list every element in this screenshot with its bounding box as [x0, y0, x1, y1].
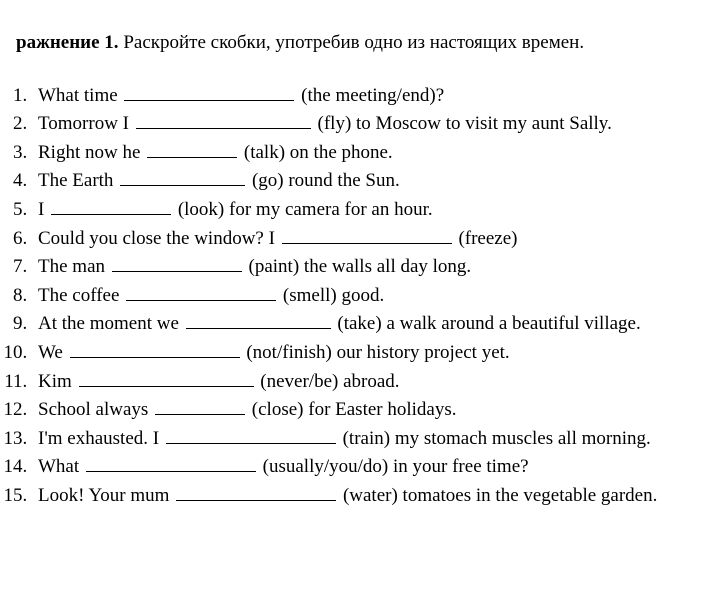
- sentence-pre: Right now he: [38, 142, 145, 163]
- sentence-post: (smell) good.: [278, 285, 384, 306]
- blank-line: [112, 252, 242, 272]
- list-item: What (usually/you/do) in your free time?: [32, 452, 720, 481]
- sentence-post: (paint) the walls all day long.: [244, 256, 471, 277]
- list-item: Right now he (talk) on the phone.: [32, 138, 720, 167]
- sentence-post: (usually/you/do) in your free time?: [258, 456, 529, 477]
- list-item: Kim (never/be) abroad.: [32, 367, 720, 396]
- list-item: Look! Your mum (water) tomatoes in the v…: [32, 481, 720, 510]
- sentence-pre: Could you close the window? I: [38, 228, 280, 249]
- blank-line: [186, 309, 331, 329]
- list-item: We (not/finish) our history project yet.: [32, 338, 720, 367]
- sentence-post: (water) tomatoes in the vegetable garden…: [338, 485, 657, 506]
- exercise-label: ражнение 1.: [16, 32, 119, 53]
- blank-line: [176, 481, 336, 501]
- sentence-post: (look) for my camera for an hour.: [173, 199, 433, 220]
- blank-line: [120, 166, 245, 186]
- list-item: The man (paint) the walls all day long.: [32, 252, 720, 281]
- blank-line: [282, 224, 452, 244]
- list-item: What time (the meeting/end)?: [32, 81, 720, 110]
- sentence-post: (train) my stomach muscles all morning.: [338, 428, 651, 449]
- sentence-pre: The coffee: [38, 285, 124, 306]
- sentence-pre: At the moment we: [38, 313, 184, 334]
- sentence-post: (fly) to Moscow to visit my aunt Sally.: [313, 113, 612, 134]
- sentence-post: (take) a walk around a beautiful village…: [333, 313, 641, 334]
- sentence-post: (never/be) abroad.: [256, 371, 400, 392]
- sentence-pre: I: [38, 199, 49, 220]
- list-item: School always (close) for Easter holiday…: [32, 395, 720, 424]
- blank-line: [136, 109, 311, 129]
- exercise-heading: ражнение 1. Раскройте скобки, употребив …: [16, 30, 720, 57]
- exercise-instruction: Раскройте скобки, употребив одно из наст…: [123, 32, 584, 53]
- sentence-pre: School always: [38, 399, 153, 420]
- sentence-pre: I'm exhausted. I: [38, 428, 164, 449]
- sentence-post: (freeze): [454, 228, 518, 249]
- blank-line: [155, 395, 245, 415]
- sentence-pre: We: [38, 342, 68, 363]
- sentence-pre: The man: [38, 256, 110, 277]
- sentence-pre: The Earth: [38, 170, 118, 191]
- blank-line: [147, 138, 237, 158]
- list-item: Could you close the window? I (freeze): [32, 224, 720, 253]
- sentence-post: (go) round the Sun.: [247, 170, 400, 191]
- list-item: I (look) for my camera for an hour.: [32, 195, 720, 224]
- list-item: Tomorrow I (fly) to Moscow to visit my a…: [32, 109, 720, 138]
- sentence-pre: Look! Your mum: [38, 485, 174, 506]
- sentence-post: (the meeting/end)?: [296, 85, 444, 106]
- sentence-pre: Kim: [38, 371, 77, 392]
- list-item: I'm exhausted. I (train) my stomach musc…: [32, 424, 720, 453]
- blank-line: [51, 195, 171, 215]
- blank-line: [79, 367, 254, 387]
- sentence-pre: What time: [38, 85, 122, 106]
- list-item: The Earth (go) round the Sun.: [32, 166, 720, 195]
- list-item: At the moment we (take) a walk around a …: [32, 309, 720, 338]
- blank-line: [166, 424, 336, 444]
- blank-line: [124, 81, 294, 101]
- blank-line: [70, 338, 240, 358]
- sentence-post: (close) for Easter holidays.: [247, 399, 456, 420]
- sentence-post: (talk) on the phone.: [239, 142, 393, 163]
- blank-line: [86, 452, 256, 472]
- sentence-pre: Tomorrow I: [38, 113, 134, 134]
- exercise-list: What time (the meeting/end)?Tomorrow I (…: [12, 81, 720, 510]
- sentence-pre: What: [38, 456, 84, 477]
- sentence-post: (not/finish) our history project yet.: [242, 342, 510, 363]
- blank-line: [126, 281, 276, 301]
- list-item: The coffee (smell) good.: [32, 281, 720, 310]
